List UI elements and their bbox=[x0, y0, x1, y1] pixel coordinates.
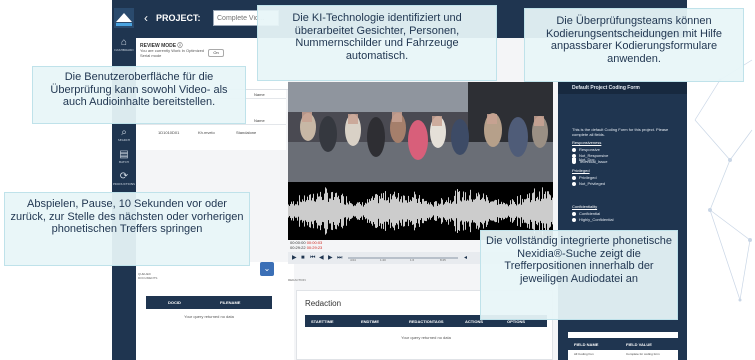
rail-label: BATCH bbox=[119, 160, 129, 164]
rail-item-batch[interactable]: ▤ BATCH bbox=[112, 149, 136, 165]
checkbox-not-doc[interactable]: Not_Doc bbox=[572, 157, 595, 162]
volume-icon[interactable]: ◂ bbox=[464, 254, 467, 262]
column-header[interactable]: FIELD VALUE bbox=[626, 342, 652, 347]
time-total: 00:29:22 bbox=[290, 245, 306, 250]
rail-item-productions[interactable]: ⟳ PRODUCTIONS bbox=[112, 171, 136, 187]
refresh-icon: ⟳ bbox=[119, 171, 129, 182]
callout-playback-controls: Abspielen, Pause, 10 Sekunden vor oder z… bbox=[4, 192, 250, 266]
coding-form-header[interactable]: Default Project Coding Form bbox=[558, 82, 687, 94]
privileged-label: Privileged bbox=[572, 168, 590, 173]
field-table-header: FIELD NAME FIELD VALUE bbox=[568, 338, 678, 350]
column-header[interactable]: STARTTIME bbox=[311, 319, 334, 324]
search-icon: ⌕ bbox=[121, 127, 127, 138]
empty-state-text: Your query returned no data bbox=[184, 314, 234, 319]
time-end: 00:29:23 bbox=[306, 245, 323, 250]
timeline-tick: 1:20 bbox=[380, 258, 386, 262]
rail-item-dashboard[interactable]: ⌂ DASHBOARD bbox=[112, 37, 136, 53]
skip-back-icon[interactable]: ⏮ bbox=[310, 254, 315, 262]
redaction-title: Redaction bbox=[305, 299, 342, 308]
rail-label: PRODUCTIONS bbox=[112, 182, 136, 186]
tab-queued-documents[interactable]: QUEUED DOCUMENTS bbox=[138, 272, 162, 284]
column-header: Name bbox=[254, 92, 265, 97]
rewind-icon[interactable]: ◀ bbox=[319, 254, 324, 262]
table-row[interactable]: 1D1010D01 Kh.mvelo Standalone bbox=[136, 128, 290, 137]
skip-forward-icon[interactable]: ⏭ bbox=[337, 254, 342, 262]
review-mode-description: You are currently Work In Optimized Seri… bbox=[140, 48, 205, 58]
radio-not-privileged[interactable]: Not_Privileged bbox=[572, 181, 605, 186]
empty-state-text: Your query returned no data bbox=[401, 335, 451, 340]
cell-field-value: Complete for coding form bbox=[626, 352, 660, 356]
coding-form-intro: This is the default Coding Form for this… bbox=[572, 127, 669, 137]
column-header[interactable]: ENDTIME bbox=[361, 319, 379, 324]
forward-icon[interactable]: ▶ bbox=[328, 254, 333, 262]
app-logo-icon bbox=[114, 8, 134, 28]
time-readout: 00:00:00 00:00:03 00:29:22 00:29:23 bbox=[290, 240, 330, 250]
chevron-down-icon[interactable]: ⌄ bbox=[260, 262, 274, 276]
callout-ai-redaction: Die KI-Technologie identifiziert und übe… bbox=[257, 5, 497, 81]
cell-status: Standalone bbox=[236, 130, 257, 135]
video-frame bbox=[288, 82, 553, 182]
timeline-tick: 1:6 bbox=[410, 258, 415, 262]
callout-review-ui: Die Benutzeroberfläche für die Überprüfu… bbox=[32, 66, 246, 124]
radio-confidential[interactable]: Confidential bbox=[572, 211, 600, 216]
timeline-tick: 4:04 bbox=[350, 258, 356, 262]
column-header[interactable]: REDACTIONTAGS bbox=[409, 319, 444, 324]
cell-id: 1D1010D01 bbox=[158, 130, 180, 135]
cell-file: Kh.mvelo bbox=[198, 130, 215, 135]
video-player[interactable] bbox=[288, 82, 553, 182]
field-table: FIELD NAME FIELD VALUE All Coding Fun Co… bbox=[568, 332, 678, 360]
confidentiality-label: Confidentiality bbox=[572, 204, 598, 209]
radio-highly-confidential[interactable]: Highly_Confidential bbox=[572, 217, 613, 222]
nav-rail: ⌂ DASHBOARD ⌕ SEARCH ▤ BATCH ⟳ PRODUCTIO… bbox=[112, 0, 136, 360]
cell-name: Name bbox=[254, 118, 265, 123]
callout-coding-forms: Die Überprüfungsteams können Kodierungse… bbox=[524, 8, 744, 82]
column-header-filename[interactable]: FILENAME bbox=[220, 300, 240, 305]
play-icon[interactable]: ▶ bbox=[292, 254, 297, 262]
radio-responsive[interactable]: Responsive bbox=[572, 147, 600, 152]
radio-privileged[interactable]: Privileged bbox=[572, 175, 597, 180]
column-header-docid[interactable]: DOCID bbox=[168, 300, 181, 305]
doc-table-header: DOCID FILENAME bbox=[146, 296, 272, 309]
home-icon: ⌂ bbox=[120, 37, 128, 48]
stop-icon[interactable]: ■ bbox=[301, 254, 305, 262]
batch-icon: ▤ bbox=[119, 149, 129, 160]
rail-label: DASHBOARD bbox=[114, 48, 134, 52]
cell-field-name: All Coding Fun bbox=[574, 352, 594, 356]
tab-redaction[interactable]: REDACTION bbox=[288, 278, 308, 286]
callout-phonetic-search: Die vollständig integrierte phonetische … bbox=[480, 230, 678, 320]
review-mode-toggle[interactable]: On bbox=[208, 49, 224, 57]
responsiveness-label: Responsiveness bbox=[572, 140, 602, 145]
rail-item-search[interactable]: ⌕ SEARCH bbox=[112, 127, 136, 143]
column-header[interactable]: FIELD NAME bbox=[574, 342, 598, 347]
timeline-tick: 8:25 bbox=[440, 258, 446, 262]
project-label: PROJECT: bbox=[156, 13, 201, 23]
back-chevron-icon[interactable]: ‹ bbox=[144, 12, 148, 24]
rail-label: SEARCH bbox=[117, 138, 131, 142]
